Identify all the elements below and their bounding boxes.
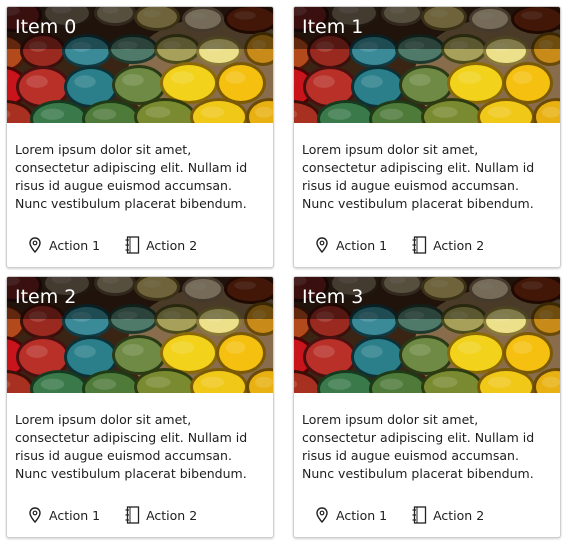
card-image: Item 0: [7, 7, 273, 123]
map-pin-icon: [314, 236, 330, 254]
card-image: Item 1: [294, 7, 560, 123]
action-label: Action 1: [49, 507, 101, 523]
card-title: Item 1: [302, 16, 364, 38]
notebook-icon: [124, 236, 140, 254]
card-actions: Action 1 Action 2: [27, 233, 221, 257]
notebook-icon: [411, 236, 427, 254]
action-label: Action 1: [336, 507, 388, 523]
card-description: Lorem ipsum dolor sit amet, consectetur …: [15, 142, 248, 211]
notebook-icon: [411, 506, 427, 524]
action-label: Action 2: [146, 507, 198, 523]
card-description: Lorem ipsum dolor sit amet, consectetur …: [302, 412, 535, 481]
action-2-button[interactable]: Action 2: [124, 233, 197, 257]
card-description: Lorem ipsum dolor sit amet, consectetur …: [15, 412, 248, 481]
action-2-button[interactable]: Action 2: [411, 233, 484, 257]
card-title: Item 0: [15, 16, 77, 38]
action-1-button[interactable]: Action 1: [314, 503, 387, 527]
map-pin-icon: [27, 236, 43, 254]
card: Item 2 Lorem ipsum dolor sit amet, conse…: [6, 276, 274, 538]
map-pin-icon: [27, 506, 43, 524]
action-2-button[interactable]: Action 2: [124, 503, 197, 527]
card-image: Item 2: [7, 277, 273, 393]
card-title: Item 3: [302, 286, 364, 308]
action-label: Action 1: [336, 237, 388, 253]
card-image: Item 3: [294, 277, 560, 393]
action-2-button[interactable]: Action 2: [411, 503, 484, 527]
action-label: Action 2: [433, 237, 485, 253]
card-description: Lorem ipsum dolor sit amet, consectetur …: [302, 142, 535, 211]
action-label: Action 1: [49, 237, 101, 253]
action-label: Action 2: [146, 237, 198, 253]
card: Item 1 Lorem ipsum dolor sit amet, conse…: [293, 6, 561, 268]
action-1-button[interactable]: Action 1: [27, 233, 100, 257]
card-title: Item 2: [15, 286, 77, 308]
card-actions: Action 1 Action 2: [27, 503, 221, 527]
card: Item 3 Lorem ipsum dolor sit amet, conse…: [293, 276, 561, 538]
action-label: Action 2: [433, 507, 485, 523]
card: Item 0 Lorem ipsum dolor sit amet, conse…: [6, 6, 274, 268]
card-actions: Action 1 Action 2: [314, 233, 508, 257]
notebook-icon: [124, 506, 140, 524]
map-pin-icon: [314, 506, 330, 524]
action-1-button[interactable]: Action 1: [27, 503, 100, 527]
action-1-button[interactable]: Action 1: [314, 233, 387, 257]
card-actions: Action 1 Action 2: [314, 503, 508, 527]
